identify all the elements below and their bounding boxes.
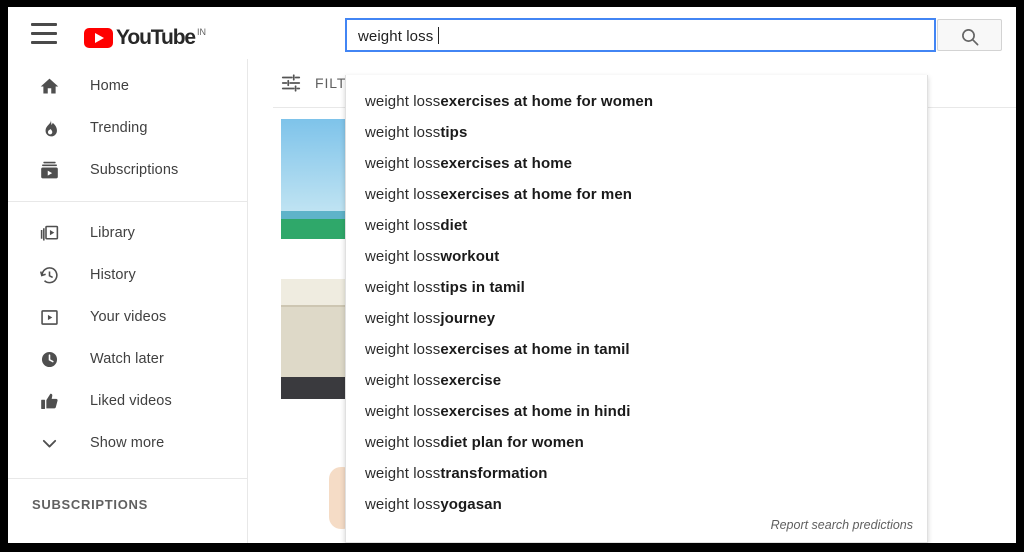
youtube-logo[interactable]: YouTube IN [84,26,206,52]
text-caret [437,27,439,44]
chevron-down-icon [37,431,61,455]
sidebar-item-label: Subscriptions [90,162,179,178]
suggestion-item[interactable]: weight loss yogasan [346,489,927,520]
suggestion-query-prefix: weight loss [365,465,441,482]
suggestion-query-prefix: weight loss [365,310,441,327]
left-sidebar: Home Trending Subscriptions Library Hist… [8,59,248,543]
library-icon [37,221,61,245]
history-icon [37,263,61,287]
suggestion-completion: exercises at home for men [440,186,633,203]
sidebar-item-label: Watch later [90,351,164,367]
sidebar-item-show-more[interactable]: Show more [8,422,247,464]
suggestion-item[interactable]: weight loss tips in tamil [346,272,927,303]
thumb-desk [281,377,351,399]
youtube-app: YouTube IN weight loss Home Trending Sub… [8,7,1016,543]
suggestion-query-prefix: weight loss [365,93,441,110]
sidebar-item-history[interactable]: History [8,254,247,296]
sidebar-item-watch-later[interactable]: Watch later [8,338,247,380]
youtube-country-code: IN [197,27,207,37]
suggestion-item[interactable]: weight loss exercises at home for men [346,179,927,210]
suggestion-query-prefix: weight loss [365,186,441,203]
youtube-play-badge-icon [84,28,113,48]
suggestion-query-prefix: weight loss [365,124,441,141]
suggestion-completion: transformation [440,465,548,482]
suggestion-item[interactable]: weight loss exercises at home in hindi [346,396,927,427]
suggestion-query-prefix: weight loss [365,341,441,358]
report-search-predictions-link[interactable]: Report search predictions [771,518,913,532]
sidebar-divider [8,478,247,479]
suggestion-completion: exercises at home for women [440,93,654,110]
sidebar-item-label: Trending [90,120,148,136]
sidebar-item-subscriptions[interactable]: Subscriptions [8,149,247,191]
sidebar-item-your-videos[interactable]: Your videos [8,296,247,338]
search-suggestions-dropdown: weight loss exercises at home for women … [345,75,928,543]
search-query-text: weight loss [358,28,438,45]
sidebar-item-label: Liked videos [90,393,172,409]
hamburger-bar [31,23,57,26]
sidebar-item-label: Library [90,225,136,241]
suggestion-query-prefix: weight loss [365,434,441,451]
suggestion-item[interactable]: weight loss exercise [346,365,927,396]
suggestion-completion: diet [440,217,468,234]
suggestion-completion: exercises at home in hindi [440,403,631,420]
suggestion-completion: tips in tamil [440,279,525,296]
sidebar-item-liked-videos[interactable]: Liked videos [8,380,247,422]
youtube-wordmark: YouTube [116,26,196,49]
suggestion-completion: exercise [440,372,502,389]
suggestion-item[interactable]: weight loss diet [346,210,927,241]
sidebar-item-home[interactable]: Home [8,65,247,107]
search-icon [962,29,979,46]
thumbs-up-icon [37,389,61,413]
suggestion-item[interactable]: weight loss diet plan for women [346,427,927,458]
your-videos-icon [37,305,61,329]
suggestion-query-prefix: weight loss [365,248,441,265]
suggestion-query-prefix: weight loss [365,403,441,420]
sidebar-item-label: Show more [90,435,165,451]
sidebar-item-trending[interactable]: Trending [8,107,247,149]
suggestion-completion: journey [440,310,496,327]
suggestion-item[interactable]: weight loss transformation [346,458,927,489]
search-input[interactable]: weight loss [345,18,936,52]
sidebar-item-label: Home [90,78,130,94]
subscriptions-icon [37,158,61,182]
sidebar-item-library[interactable]: Library [8,212,247,254]
suggestion-query-prefix: weight loss [365,372,441,389]
home-icon [37,74,61,98]
suggestion-item[interactable]: weight loss workout [346,241,927,272]
hamburger-bar [31,32,57,35]
suggestion-completion: yogasan [440,496,502,513]
sidebar-item-label: History [90,267,136,283]
suggestion-query-prefix: weight loss [365,155,441,172]
search-submit-button[interactable] [937,19,1002,51]
top-header-bar: YouTube IN weight loss [8,7,1016,59]
suggestion-item[interactable]: weight loss exercises at home [346,148,927,179]
search-input-value: weight loss [358,27,439,45]
suggestion-item[interactable]: weight loss journey [346,303,927,334]
tune-sliders-icon [280,72,302,94]
hamburger-menu-icon[interactable] [31,23,59,44]
hamburger-bar [31,41,57,44]
suggestion-completion: workout [440,248,500,265]
flame-icon [37,116,61,140]
clock-icon [37,347,61,371]
suggestion-query-prefix: weight loss [365,496,441,513]
suggestion-item[interactable]: weight loss tips [346,117,927,148]
suggestion-query-prefix: weight loss [365,217,441,234]
suggestion-completion: tips [440,124,468,141]
sidebar-item-label: Your videos [90,309,167,325]
suggestion-item[interactable]: weight loss exercises at home in tamil [346,334,927,365]
suggestion-completion: diet plan for women [440,434,584,451]
sidebar-divider [8,201,247,202]
sidebar-section-header-subscriptions: SUBSCRIPTIONS [32,497,149,512]
suggestion-query-prefix: weight loss [365,279,441,296]
suggestion-completion: exercises at home [440,155,573,172]
suggestion-completion: exercises at home in tamil [440,341,630,358]
suggestion-item[interactable]: weight loss exercises at home for women [346,86,927,117]
screenshot-frame: YouTube IN weight loss Home Trending Sub… [0,0,1024,552]
